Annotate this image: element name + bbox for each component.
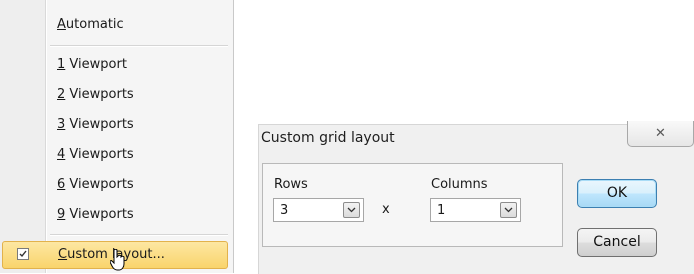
cancel-button[interactable]: Cancel [577, 228, 657, 257]
close-icon: ✕ [655, 126, 666, 141]
chevron-down-icon[interactable] [343, 202, 360, 218]
grid-size-group: Rows 3 x Columns 1 [262, 163, 563, 247]
hand-cursor-icon [110, 249, 125, 271]
mnemonic-letter: C [58, 247, 68, 262]
dialog-title: Custom grid layout [261, 130, 395, 146]
menu-item-label: Automatic [57, 17, 124, 32]
menu-item-label: 6 Viewports [57, 177, 134, 192]
menu-item-label: 1 Viewport [57, 57, 127, 72]
checkmark-icon [17, 248, 29, 260]
menu-item-2-viewports[interactable]: 2 Viewports [2, 81, 228, 109]
columns-dropdown[interactable]: 1 [430, 198, 521, 222]
menu-item-1-viewport[interactable]: 1 Viewport [2, 51, 228, 79]
menu-item-9-viewports[interactable]: 9 Viewports [2, 201, 228, 229]
menu-item-label: 3 Viewports [57, 117, 134, 132]
viewport-context-menu: Automatic 1 Viewport 2 Viewports 3 Viewp… [0, 0, 234, 273]
menu-item-label: 2 Viewports [57, 87, 134, 102]
menu-item-automatic[interactable]: Automatic [2, 11, 228, 39]
columns-value: 1 [437, 203, 446, 218]
rows-value: 3 [280, 203, 289, 218]
menu-item-4-viewports[interactable]: 4 Viewports [2, 141, 228, 169]
rows-dropdown[interactable]: 3 [273, 198, 364, 222]
chevron-down-icon[interactable] [500, 202, 517, 218]
menu-item-6-viewports[interactable]: 6 Viewports [2, 171, 228, 199]
mnemonic-letter: A [57, 17, 66, 32]
columns-label: Columns [431, 177, 488, 192]
close-button[interactable]: ✕ [627, 121, 694, 147]
menu-item-3-viewports[interactable]: 3 Viewports [2, 111, 228, 139]
custom-grid-layout-dialog: Custom grid layout ✕ Rows 3 x Columns 1 … [258, 121, 694, 274]
times-label: x [382, 202, 390, 217]
menu-separator [50, 234, 228, 236]
menu-item-label: 4 Viewports [57, 147, 134, 162]
rows-label: Rows [274, 177, 308, 192]
menu-item-label: 9 Viewports [57, 207, 134, 222]
ok-button[interactable]: OK [577, 179, 657, 208]
menu-separator [50, 45, 228, 47]
